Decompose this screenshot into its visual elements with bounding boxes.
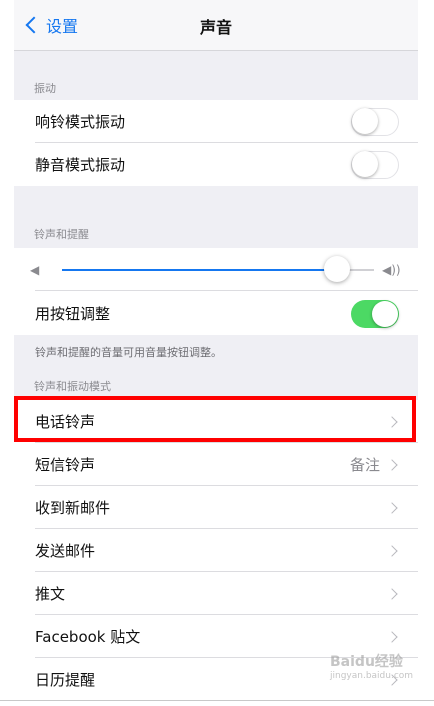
- watermark-text: Baidu经验: [330, 654, 403, 670]
- volume-slider-row: ◀ ◀)): [14, 248, 418, 291]
- page-title: 声音: [199, 18, 232, 37]
- bottom-divider: [0, 700, 434, 701]
- button-adjust-toggle[interactable]: [351, 299, 399, 328]
- speaker-high-icon: ◀)): [382, 263, 401, 277]
- ring-vibrate-label: 响铃模式振动: [35, 113, 126, 131]
- toggle-knob: [352, 108, 378, 134]
- button-adjust-label: 用按钮调整: [35, 305, 111, 323]
- toggle-knob: [352, 151, 378, 177]
- silent-vibrate-label: 静音模式振动: [35, 156, 126, 174]
- button-adjust-row: 用按钮调整: [14, 292, 418, 335]
- navigation-bar: 设置 声音: [14, 0, 418, 51]
- sent-mail-row[interactable]: 发送邮件: [14, 529, 418, 572]
- tweet-label: 推文: [35, 585, 66, 603]
- row-separator: [35, 290, 418, 291]
- ringer-group: ◀ ◀)) 用按钮调整: [14, 248, 418, 335]
- chevron-right-icon: [386, 630, 398, 643]
- section-header-ringer: 铃声和提醒: [34, 228, 89, 241]
- new-mail-row[interactable]: 收到新邮件: [14, 486, 418, 529]
- facebook-post-label: Facebook 贴文: [35, 628, 141, 646]
- chevron-right-icon: [386, 501, 398, 514]
- silent-vibrate-toggle[interactable]: [351, 150, 399, 179]
- ring-vibrate-toggle[interactable]: [351, 107, 399, 136]
- new-mail-label: 收到新邮件: [35, 499, 111, 517]
- section-header-patterns: 铃声和振动模式: [34, 380, 111, 393]
- volume-fill: [62, 269, 337, 271]
- watermark-url: jingyan.baidu.com: [330, 671, 414, 681]
- sound-settings-screen: 设置 声音 振动 响铃模式振动 静音模式振动 铃声和提醒 ◀ ◀)) 用按钮调整: [14, 0, 418, 694]
- chevron-right-icon: [386, 544, 398, 557]
- volume-thumb[interactable]: [323, 256, 350, 282]
- right-margin: [418, 0, 432, 706]
- silent-vibrate-row: 静音模式振动: [14, 143, 418, 186]
- text-tone-row[interactable]: 短信铃声 备注: [14, 443, 418, 486]
- sent-mail-label: 发送邮件: [35, 542, 96, 560]
- text-tone-value: 备注: [349, 456, 380, 474]
- highlight-box: [14, 396, 416, 442]
- chevron-right-icon: [386, 587, 398, 600]
- left-margin: [0, 0, 14, 706]
- ring-vibrate-row: 响铃模式振动: [14, 100, 418, 143]
- tweet-row[interactable]: 推文: [14, 572, 418, 615]
- toggle-knob: [372, 300, 398, 327]
- volume-footnote: 铃声和提醒的音量可用音量按钮调整。: [35, 346, 222, 359]
- baidu-watermark: Baidu经验 jingyan.baidu.com: [330, 651, 418, 691]
- chevron-right-icon: [386, 458, 398, 471]
- patterns-group: 电话铃声 短信铃声 备注 收到新邮件 发送邮件 推文 Facebook 贴文 日…: [14, 400, 418, 694]
- calendar-alert-label: 日历提醒: [35, 671, 96, 689]
- vibration-group: 响铃模式振动 静音模式振动: [14, 100, 418, 186]
- text-tone-label: 短信铃声: [35, 456, 96, 474]
- section-header-vibration: 振动: [34, 82, 56, 95]
- speaker-low-icon: ◀: [30, 263, 40, 277]
